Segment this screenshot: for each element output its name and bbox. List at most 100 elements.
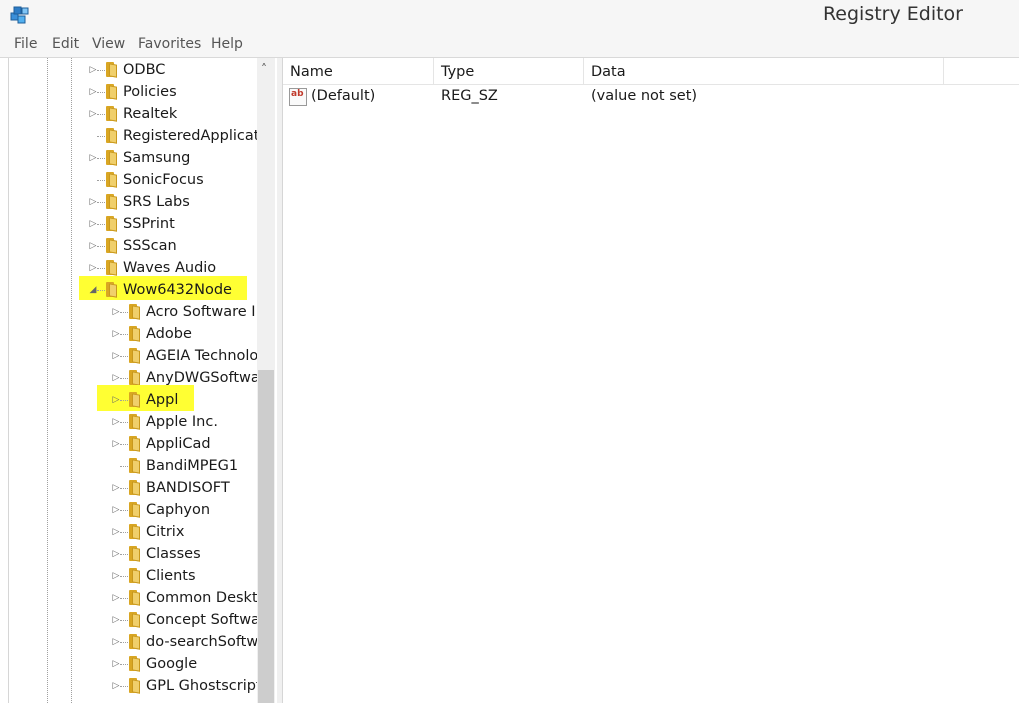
tree-item-label: BANDISOFT <box>146 480 230 496</box>
tree-item-label: Apple Inc. <box>146 414 218 430</box>
tree-item-label: Classes <box>146 546 201 562</box>
tree-item[interactable]: SonicFocus <box>9 169 257 191</box>
tree-item[interactable]: ▷ Adobe <box>9 323 257 345</box>
tree-item[interactable]: ▷ Policies <box>9 81 257 103</box>
tree-item[interactable]: ▷ Concept Softwa <box>9 609 260 631</box>
window-title: Registry Editor <box>822 3 963 25</box>
tree-item[interactable]: ▷ Caphyon <box>9 499 257 521</box>
folder-icon <box>126 436 142 452</box>
tree-item-label: Adobe <box>146 326 192 342</box>
key-tree-pane[interactable]: ▷ ODBC ▷ Policies ▷ Realtek RegisteredApplicat… <box>8 58 278 703</box>
tree-item-label: Appl <box>146 392 179 408</box>
folder-icon <box>126 568 142 584</box>
value-name: (Default) <box>311 88 376 104</box>
menu-bar: File Edit View Favorites Help <box>0 32 1019 58</box>
folder-icon <box>126 634 142 650</box>
column-header-data[interactable]: Data <box>584 58 944 84</box>
tree-item[interactable]: ▷ Samsung <box>9 147 257 169</box>
tree-item[interactable]: ▷ GPL Ghostscript <box>9 675 262 697</box>
tree-item-label: AppliCad <box>146 436 211 452</box>
tree-item[interactable]: ◢ Wow6432Node <box>9 276 257 301</box>
folder-icon <box>103 260 119 276</box>
tree-item[interactable]: ▷ ODBC <box>9 59 257 81</box>
folder-icon <box>126 480 142 496</box>
tree-item[interactable]: BandiMPEG1 <box>9 455 257 477</box>
tree-scrollbar[interactable]: ˄ <box>257 58 275 703</box>
tree-item[interactable]: ▷ Google <box>9 653 257 675</box>
tree-item-label: Samsung <box>123 150 191 166</box>
tree-item-label: ODBC <box>123 62 166 78</box>
string-value-icon: ab <box>289 88 307 106</box>
folder-icon <box>126 678 142 694</box>
folder-icon <box>126 304 142 320</box>
tree-item[interactable]: ▷ SRS Labs <box>9 191 257 213</box>
values-list-pane[interactable]: Name Type Data ab (Default) REG_SZ (valu… <box>282 58 1019 703</box>
folder-icon <box>103 106 119 122</box>
tree-item[interactable]: ▷ Common Deskt <box>9 587 258 609</box>
menu-view[interactable]: View <box>92 36 125 52</box>
folder-icon <box>103 84 119 100</box>
tree-item-label: Caphyon <box>146 502 211 518</box>
folder-icon <box>103 172 119 188</box>
tree-item[interactable]: ▷ Apple Inc. <box>9 411 257 433</box>
folder-icon <box>126 502 142 518</box>
tree-item-label: Common Deskt <box>146 590 258 606</box>
tree-item-label: SSPrint <box>123 216 175 232</box>
menu-file[interactable]: File <box>14 36 37 52</box>
tree-item[interactable]: ▷ Appl <box>9 385 257 411</box>
folder-icon <box>103 128 119 144</box>
tree-item-label: Realtek <box>123 106 178 122</box>
folder-icon <box>103 238 119 254</box>
tree-item[interactable]: ▷ Acro Software I <box>9 301 257 323</box>
menu-help[interactable]: Help <box>211 36 243 52</box>
tree-item[interactable]: ▷ do-searchSoftw <box>9 631 258 653</box>
folder-icon <box>126 348 142 364</box>
tree-item[interactable]: ▷ AGEIA Technolo <box>9 345 259 367</box>
menu-favorites[interactable]: Favorites <box>138 36 201 52</box>
value-type: REG_SZ <box>441 88 498 104</box>
tree-item-label: Concept Softwa <box>146 612 260 628</box>
tree-item[interactable]: ▷ SSPrint <box>9 213 257 235</box>
tree-item[interactable]: ▷ SSScan <box>9 235 257 257</box>
folder-icon <box>103 150 119 166</box>
tree-item-label: Wow6432Node <box>123 282 232 298</box>
tree-scrollbar-thumb[interactable] <box>258 370 274 703</box>
menu-edit[interactable]: Edit <box>52 36 79 52</box>
header-divider <box>283 84 1019 85</box>
column-header-name[interactable]: Name <box>283 58 434 84</box>
folder-icon <box>126 612 142 628</box>
tree-item-label: GPL Ghostscript <box>146 678 262 694</box>
tree-item-label: Clients <box>146 568 196 584</box>
folder-icon <box>126 326 142 342</box>
folder-icon <box>126 524 142 540</box>
folder-icon <box>103 216 119 232</box>
folder-icon <box>103 194 119 210</box>
folder-icon <box>126 392 142 408</box>
value-data: (value not set) <box>591 88 698 104</box>
tree-item-label: SRS Labs <box>123 194 190 210</box>
scroll-up-arrow-icon[interactable]: ˄ <box>261 62 267 76</box>
title-bar: Registry Editor <box>0 0 1019 32</box>
tree-item[interactable]: ▷ BANDISOFT <box>9 477 257 499</box>
column-header-type[interactable]: Type <box>434 58 584 84</box>
tree-item[interactable]: ▷ AppliCad <box>9 433 257 455</box>
tree-item-label: SonicFocus <box>123 172 204 188</box>
tree-item-label: Citrix <box>146 524 185 540</box>
registry-editor-icon[interactable] <box>9 4 31 26</box>
folder-icon <box>126 590 142 606</box>
folder-icon <box>103 282 119 298</box>
tree-item-label: Policies <box>123 84 177 100</box>
tree-item[interactable]: ▷ Classes <box>9 543 257 565</box>
folder-icon <box>126 546 142 562</box>
tree-item-label: Acro Software I <box>146 304 256 320</box>
tree-item-label: SSScan <box>123 238 177 254</box>
tree-item-label: AGEIA Technolo <box>146 348 259 364</box>
tree-item-label: Google <box>146 656 198 672</box>
folder-icon <box>126 458 142 474</box>
tree-item[interactable]: ▷ Realtek <box>9 103 257 125</box>
tree-item[interactable]: ▷ Clients <box>9 565 257 587</box>
tree-item[interactable]: ▷ Citrix <box>9 521 257 543</box>
folder-icon <box>126 370 142 386</box>
folder-icon <box>103 62 119 78</box>
tree-item[interactable]: RegisteredApplicat <box>9 125 259 147</box>
